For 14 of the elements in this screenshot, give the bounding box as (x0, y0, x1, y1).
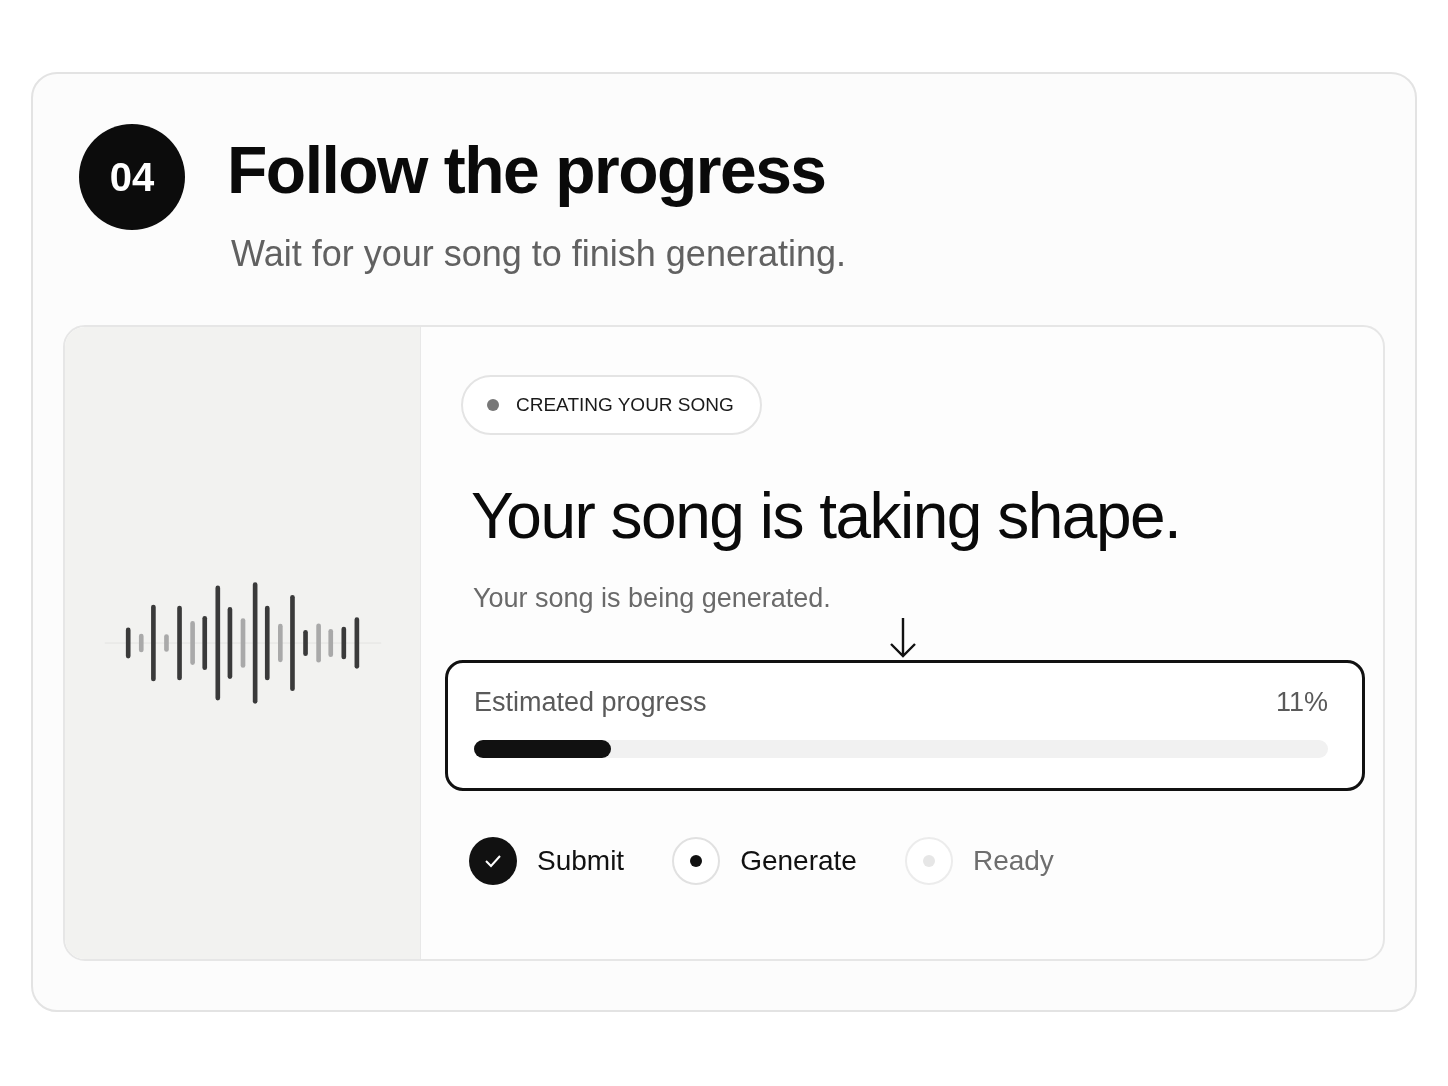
status-dot-icon (487, 398, 499, 411)
stage-label: Submit (537, 844, 625, 877)
progress-label: Estimated progress (474, 686, 707, 718)
stage-indicator-icon (469, 836, 517, 885)
headline: Your song is taking shape. (471, 478, 1182, 553)
progress-percent: 11% (1275, 686, 1328, 718)
status-label: CREATING YOUR SONG (516, 393, 734, 416)
step-subtitle: Wait for your song to finish generating. (231, 232, 846, 275)
stage-label: Generate (740, 844, 857, 877)
down-arrow-icon (888, 615, 918, 660)
stage-label: Ready (972, 844, 1054, 877)
step-number: 04 (79, 124, 185, 230)
step-title: Follow the progress (227, 134, 827, 207)
status-message: Your song is being generated. (473, 582, 832, 614)
